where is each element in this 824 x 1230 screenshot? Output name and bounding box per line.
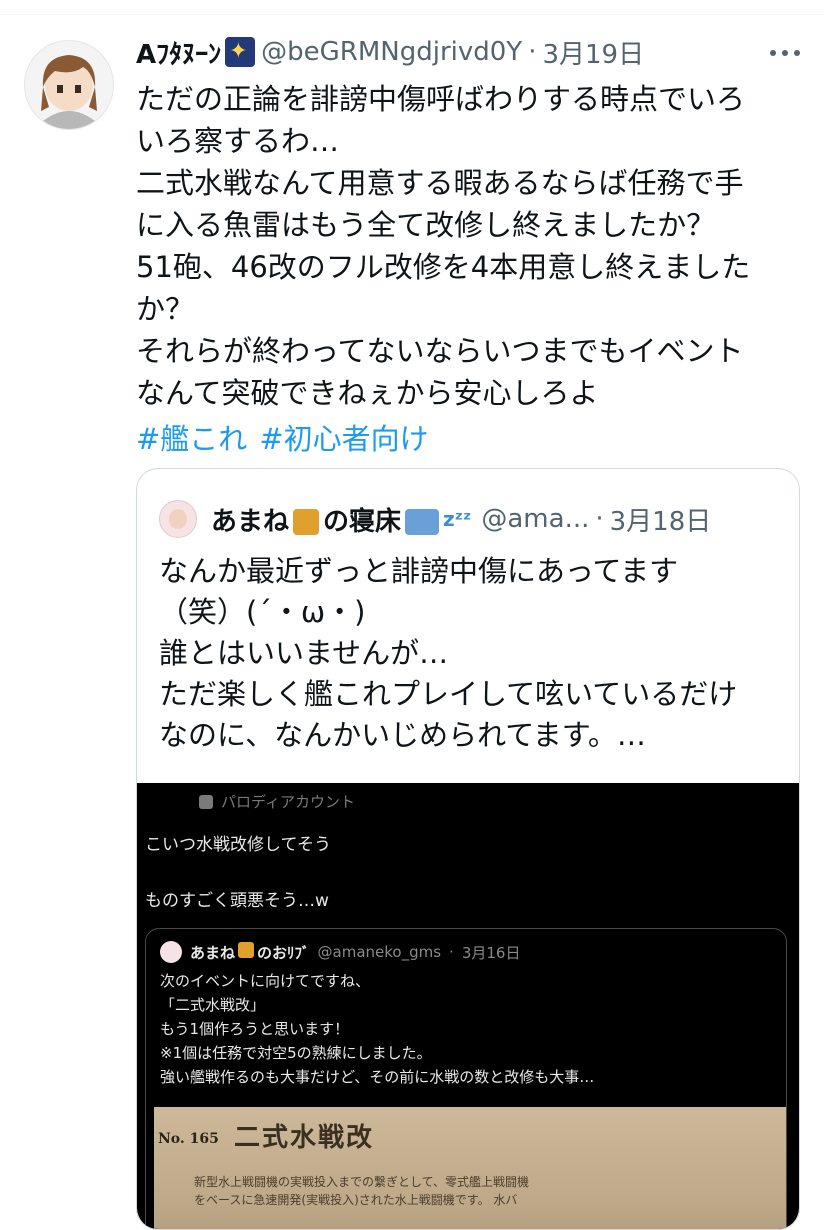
- screenshot-inner-quote: あまね のおﾘﾌﾞ @amaneko_gms · 3月16日 次のイベントに向けて…: [145, 928, 787, 1229]
- separator-dot: ·: [449, 943, 454, 961]
- quoted-tweet[interactable]: あまね の寝床 zᶻᶻ @ama... · 3月18日 なんか最近ずっと誹謗中傷に…: [136, 468, 800, 1230]
- quoted-date: 3月18日: [609, 506, 712, 537]
- mask-icon: [199, 794, 213, 809]
- quoted-handle: @ama...: [481, 504, 590, 534]
- inner-quote-header: あまね のおﾘﾌﾞ @amaneko_gms · 3月16日: [160, 941, 520, 963]
- separator-dot: ·: [595, 504, 604, 534]
- display-name[interactable]: Aﾌﾀﾇｰﾝ: [136, 34, 221, 71]
- user-avatar[interactable]: [24, 40, 114, 130]
- cat-emoji-icon: [293, 509, 320, 535]
- cat-emoji-icon: [238, 941, 255, 958]
- user-handle[interactable]: @beGRMNgdjrivd0Y: [261, 37, 522, 67]
- quoted-display-name: あまね の寝床: [211, 501, 443, 538]
- inner-date: 3月16日: [461, 943, 521, 962]
- inner-quote-text: 次のイベントに向けてですね、 「二式水戦改」 もう1個作ろうと思います！ ※1個…: [160, 972, 595, 1086]
- inner-handle: @amaneko_gms: [317, 943, 442, 961]
- parody-label: パロディアカウント: [199, 791, 355, 812]
- top-divider: [0, 0, 824, 15]
- card-title: 二式水戦改: [234, 1123, 375, 1153]
- inner-display-name: あまね のおﾘﾌﾞ: [190, 941, 310, 962]
- inner-avatar: [160, 941, 182, 963]
- equipment-card-image: No. 165 二式水戦改 新型水上戦闘機の実戦投入までの繋ぎとして、零式艦上戦…: [154, 1107, 786, 1229]
- card-number: No. 165: [158, 1131, 219, 1147]
- quoted-tweet-text: なんか最近ずっと誹謗中傷にあってます （笑）(´・ω・) 誰とはいいませんが… …: [159, 554, 738, 752]
- zzz-emoji: zᶻᶻ: [443, 507, 472, 531]
- stars-emoji-icon: ✦: [225, 37, 256, 67]
- tweet-header: Aﾌﾀﾇｰﾝ ✦ @beGRMNgdjrivd0Y · 3月19日: [136, 32, 644, 72]
- quoted-avatar: [159, 500, 197, 538]
- hashtag-link[interactable]: #初心者向け: [259, 422, 428, 456]
- tweet-date[interactable]: 3月19日: [542, 34, 644, 71]
- more-icon[interactable]: [770, 38, 800, 68]
- quoted-tweet-header: あまね の寝床 zᶻᶻ @ama... · 3月18日: [159, 499, 711, 539]
- hashtag-list: #艦これ #初心者向け: [136, 418, 441, 460]
- bed-emoji-icon: [405, 509, 440, 535]
- card-description: 新型水上戦闘機の実戦投入までの繋ぎとして、零式艦上戦闘機 をベースに急速開発(実…: [194, 1175, 530, 1207]
- anime-avatar-icon: [25, 41, 113, 129]
- tweet-text: ただの正論を誹謗中傷呼ばわりする時点でいろ いろ察するわ… 二式水戦なんて用意す…: [136, 82, 751, 410]
- attached-screenshot-image[interactable]: パロディアカウント こいつ水戦改修してそう ものすごく頭悪そう…w あまね のおﾘ…: [137, 783, 799, 1229]
- separator-dot: ·: [528, 37, 537, 67]
- hashtag-link[interactable]: #艦これ: [136, 422, 247, 456]
- screenshot-post-text: こいつ水戦改修してそう ものすごく頭悪そう…w: [145, 835, 331, 911]
